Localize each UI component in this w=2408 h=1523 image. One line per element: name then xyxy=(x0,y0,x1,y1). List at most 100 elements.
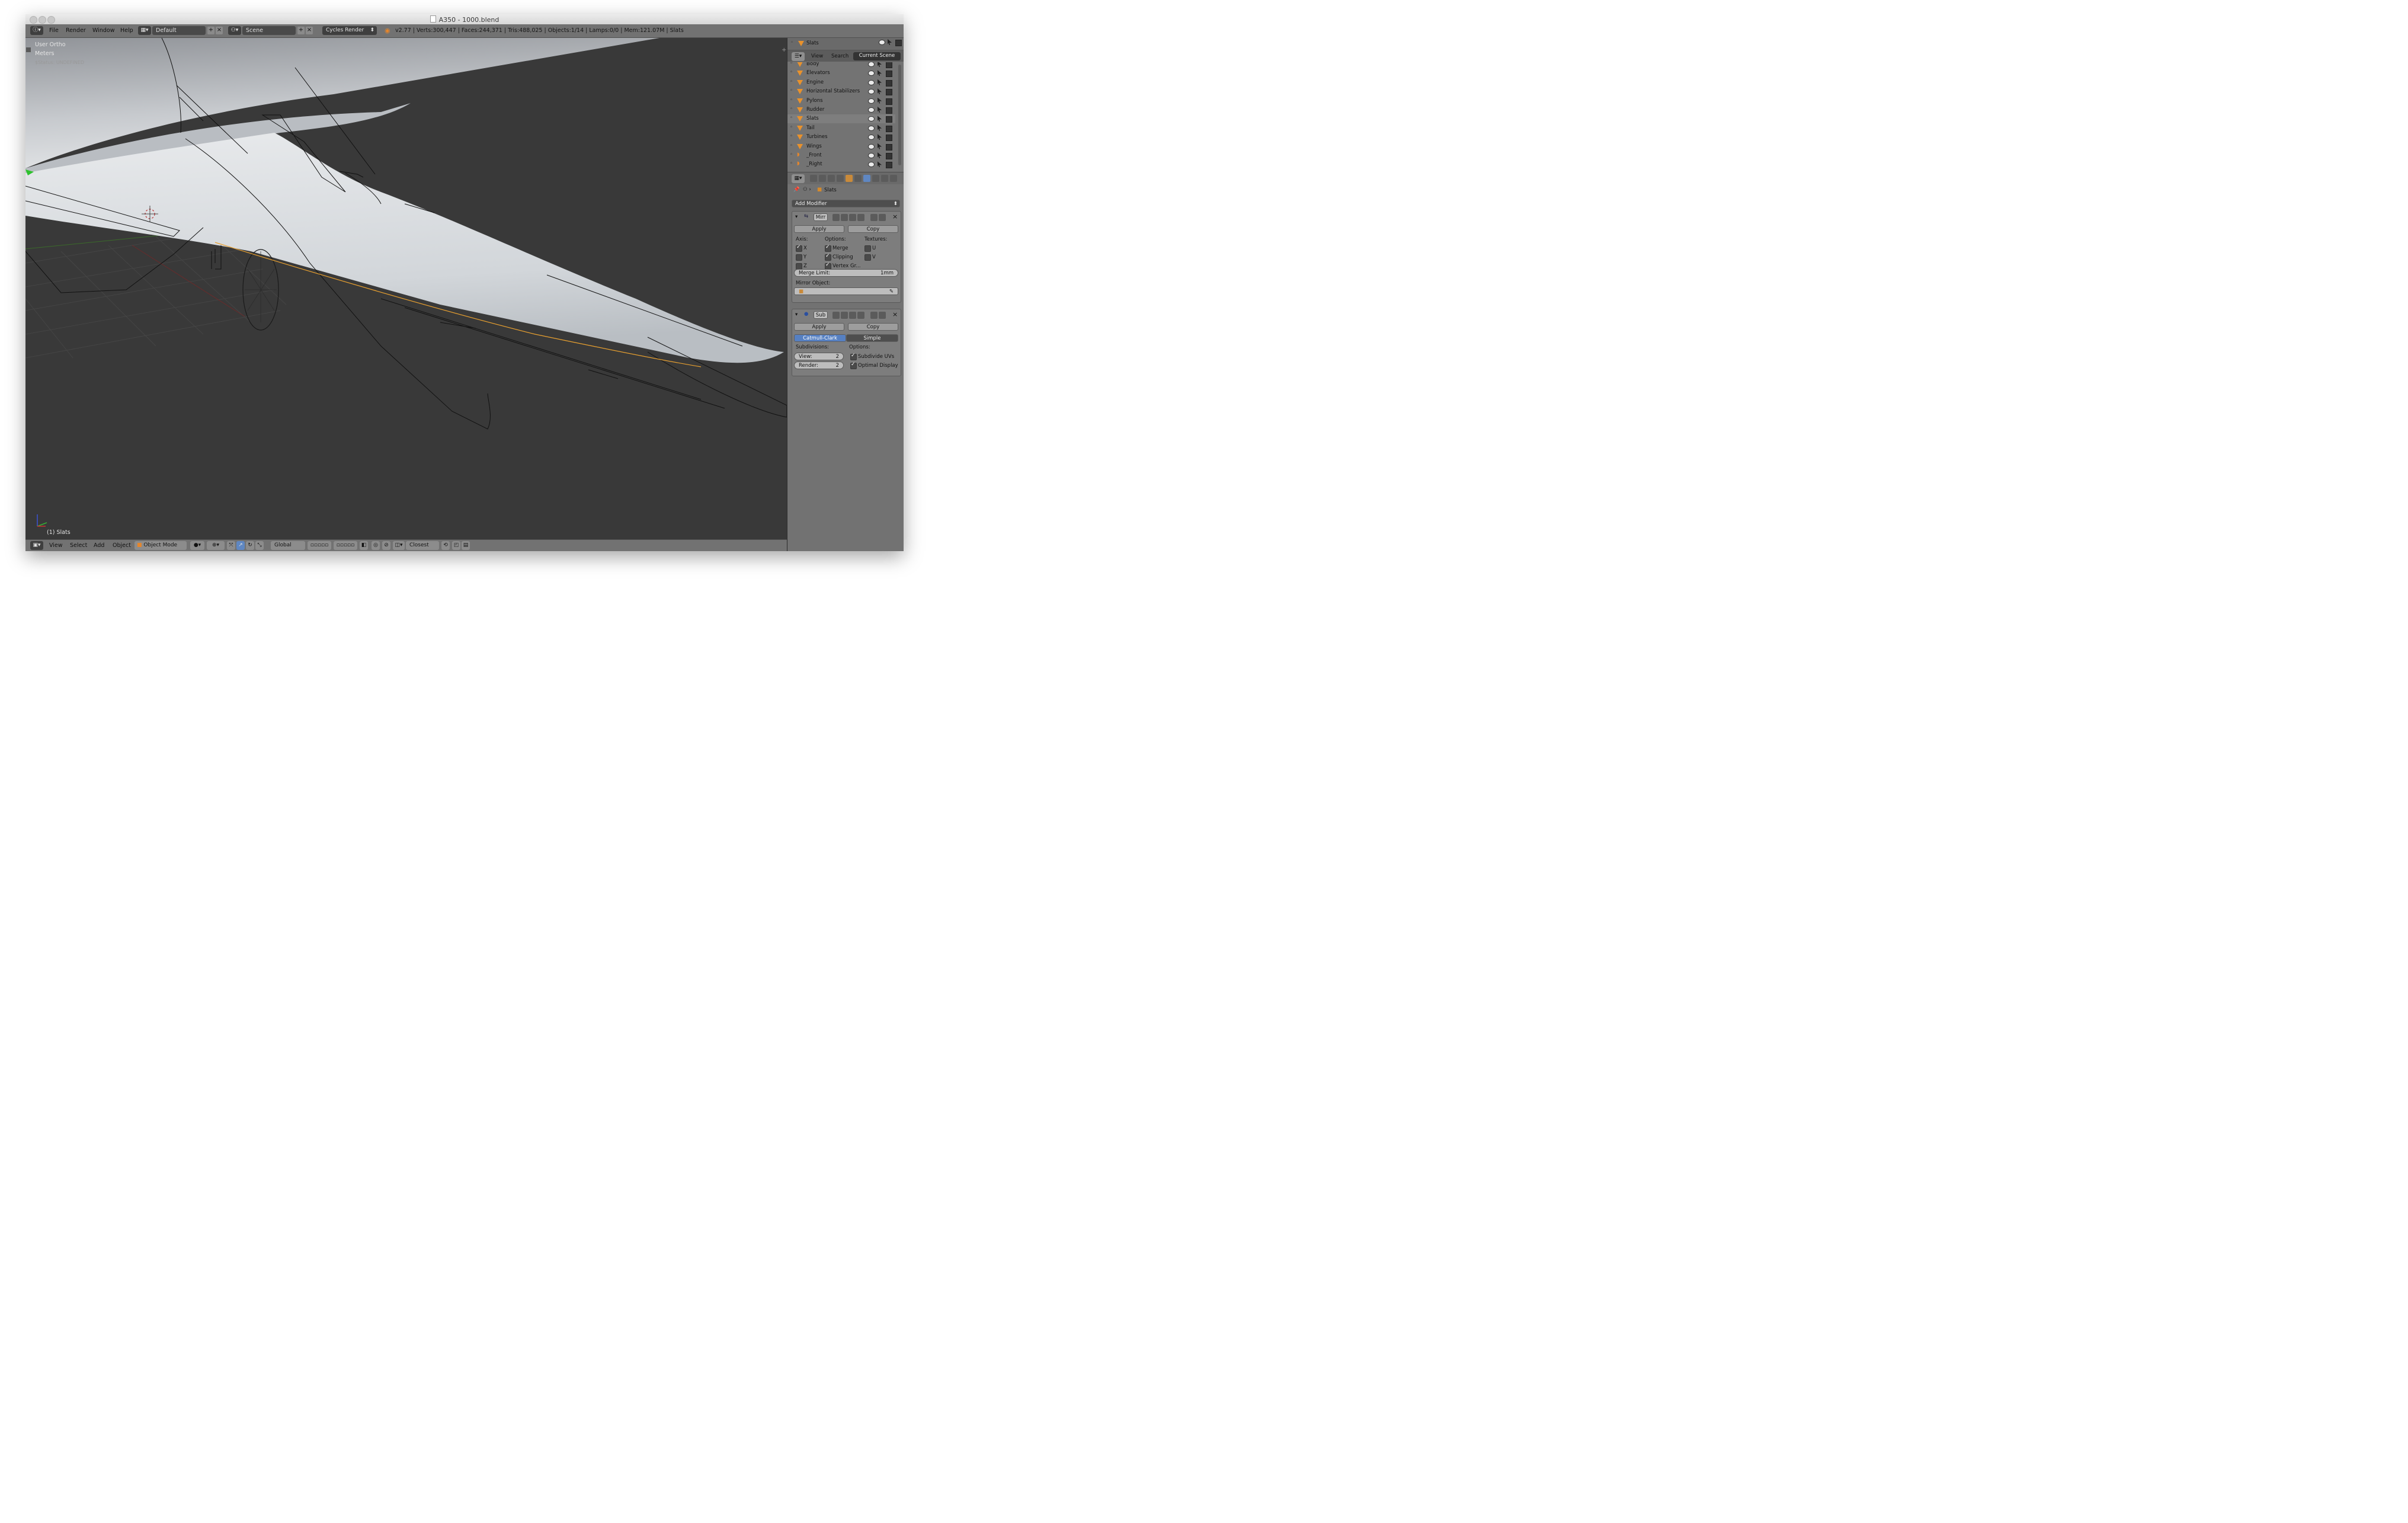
selectable-cursor-icon[interactable] xyxy=(878,107,882,113)
add-modifier-select[interactable]: Add Modifier ⬍ xyxy=(792,200,900,207)
mirror-textures-v-checkbox[interactable] xyxy=(864,254,871,261)
manipulator-toggle-icon[interactable]: ⤧ xyxy=(227,541,235,550)
render-camera-icon[interactable] xyxy=(886,107,892,114)
subsurf-name-field[interactable]: Sub xyxy=(814,311,828,319)
catmull-clark-button[interactable]: Catmull-Clark xyxy=(794,334,846,342)
move-down-icon[interactable] xyxy=(879,214,886,221)
data-tab-icon[interactable] xyxy=(872,175,879,182)
align-rotation-icon[interactable]: ⟲ xyxy=(441,541,450,550)
outliner-item-horizontal-stabilizers[interactable]: ◦ Horizontal Stabilizers xyxy=(787,87,895,96)
visibility-eye-icon[interactable] xyxy=(868,107,875,113)
render-camera-icon[interactable] xyxy=(886,116,892,123)
visibility-eye-icon[interactable] xyxy=(868,89,875,95)
scene-tab-icon[interactable] xyxy=(828,175,835,182)
constraints-tab-icon[interactable] xyxy=(854,175,862,182)
menu-add[interactable]: Add xyxy=(94,542,104,549)
outliner-scrollbar[interactable] xyxy=(898,65,901,165)
selectable-cursor-icon[interactable] xyxy=(878,161,882,168)
tab-view[interactable]: View xyxy=(811,53,823,59)
info-editor-type-icon[interactable]: ⓘ▾ xyxy=(30,26,43,35)
render-camera-icon[interactable] xyxy=(886,135,892,142)
render-still-icon[interactable]: ◰ xyxy=(452,541,460,550)
render-layers-tab-icon[interactable] xyxy=(819,175,826,182)
toolshelf-toggle-icon[interactable] xyxy=(26,47,31,52)
snap-element-icon[interactable]: ◫▾ xyxy=(393,541,405,550)
menu-window[interactable]: Window xyxy=(92,27,114,34)
translate-manipulator-icon[interactable]: ↗ xyxy=(236,541,245,550)
editmode-display-icon[interactable] xyxy=(832,214,840,221)
snap-toggle-icon[interactable]: ⊘ xyxy=(382,541,390,550)
optimal-display-checkbox[interactable] xyxy=(850,361,857,369)
visibility-eye-icon[interactable] xyxy=(868,143,875,149)
render-display-icon[interactable] xyxy=(849,312,856,319)
move-up-icon[interactable] xyxy=(870,312,878,319)
selectable-cursor-icon[interactable] xyxy=(878,134,882,140)
pivot-point-icon[interactable]: ⊕▾ xyxy=(207,541,225,550)
selectable-cursor-icon[interactable] xyxy=(878,116,882,122)
layers-block-2[interactable]: ▫▫▫▫▫ xyxy=(334,541,357,550)
expand-icon[interactable]: ◦ xyxy=(790,79,793,85)
mirror-options-clipping-checkbox[interactable] xyxy=(825,253,831,261)
outliner-editor-type-icon[interactable]: ☰▾ xyxy=(792,52,805,61)
mirror-apply-button[interactable]: Apply xyxy=(794,225,844,233)
close-icon[interactable]: × xyxy=(892,311,898,318)
render-camera-icon[interactable] xyxy=(886,98,892,105)
collapse-arrow-icon[interactable]: ▾ xyxy=(795,312,798,318)
selectable-cursor-icon[interactable] xyxy=(878,79,882,85)
expand-icon[interactable]: ◦ xyxy=(790,152,793,158)
viewport-display-icon[interactable] xyxy=(841,312,848,319)
scene-icon[interactable]: ⚇▾ xyxy=(228,26,241,35)
render-engine-select[interactable]: Cycles Render ⬍ xyxy=(322,26,377,35)
mirror-object-field[interactable]: ■ ✎ xyxy=(794,287,898,295)
viewport-shading-icon[interactable]: ●▾ xyxy=(190,541,204,550)
layer-lock-icon[interactable]: ◧ xyxy=(360,541,368,550)
menu-object[interactable]: Object xyxy=(113,542,131,549)
cage-display-icon[interactable] xyxy=(857,214,864,221)
mirror-options-merge-checkbox[interactable] xyxy=(825,244,831,252)
menu-file[interactable]: File xyxy=(49,27,59,34)
expand-icon[interactable]: ◦ xyxy=(790,161,793,167)
outliner-item-right[interactable]: ◦ ◗ _Right xyxy=(787,160,895,169)
snap-target-select[interactable]: Closest xyxy=(406,541,439,550)
modifiers-tab-icon[interactable] xyxy=(863,175,870,182)
add-scene-icon[interactable]: + xyxy=(297,27,305,34)
expand-icon[interactable]: ◦ xyxy=(790,40,793,46)
outliner-item-turbines[interactable]: ◦ Turbines xyxy=(787,133,895,142)
close-icon[interactable]: × xyxy=(892,213,898,220)
render-camera-icon[interactable] xyxy=(886,162,892,169)
visibility-eye-icon[interactable] xyxy=(879,40,885,45)
remove-layout-icon[interactable]: × xyxy=(216,27,223,34)
expand-icon[interactable]: ◦ xyxy=(790,124,793,130)
render-display-icon[interactable] xyxy=(849,214,856,221)
cage-display-icon[interactable] xyxy=(857,312,864,319)
material-tab-icon[interactable] xyxy=(881,175,888,182)
orientation-select[interactable]: Global xyxy=(271,541,305,550)
outliner-item-wings[interactable]: ◦ Wings xyxy=(787,142,895,151)
expand-icon[interactable]: ◦ xyxy=(790,97,793,103)
expand-icon[interactable]: ◦ xyxy=(790,69,793,75)
selectable-cursor-icon[interactable] xyxy=(888,39,892,45)
editmode-display-icon[interactable] xyxy=(832,312,840,319)
selectable-cursor-icon[interactable] xyxy=(878,88,882,95)
proportional-edit-icon[interactable]: ◎ xyxy=(372,541,380,550)
visibility-eye-icon[interactable] xyxy=(868,153,875,158)
eyedropper-icon[interactable]: ✎ xyxy=(889,288,894,295)
tab-current-scene[interactable]: Current Scene xyxy=(853,52,901,60)
scene-field[interactable]: Scene xyxy=(242,26,296,35)
3d-viewport[interactable]: + User Ortho Meters $Status: UNDEFINED (… xyxy=(25,38,787,539)
subdivide-uvs-checkbox[interactable] xyxy=(850,353,857,360)
screen-layout-field[interactable]: Default xyxy=(152,26,206,35)
visibility-eye-icon[interactable] xyxy=(868,98,875,104)
screen-layout-icon[interactable]: ▦▾ xyxy=(138,26,151,35)
expand-icon[interactable]: ◦ xyxy=(790,115,793,121)
properties-editor-type-icon[interactable]: ▦▾ xyxy=(792,174,805,183)
selectable-cursor-icon[interactable] xyxy=(878,62,882,67)
subsurf-copy-button[interactable]: Copy xyxy=(848,323,898,331)
mirror-name-field[interactable]: Mirr xyxy=(814,213,828,221)
texture-tab-icon[interactable] xyxy=(890,175,897,182)
outliner-item-engine[interactable]: ◦ Engine xyxy=(787,78,895,87)
render-camera-icon[interactable] xyxy=(886,143,892,151)
render-camera-icon[interactable] xyxy=(886,89,892,96)
outliner-item-body[interactable]: ◦ Body xyxy=(787,62,895,69)
expand-icon[interactable]: ◦ xyxy=(790,106,793,112)
